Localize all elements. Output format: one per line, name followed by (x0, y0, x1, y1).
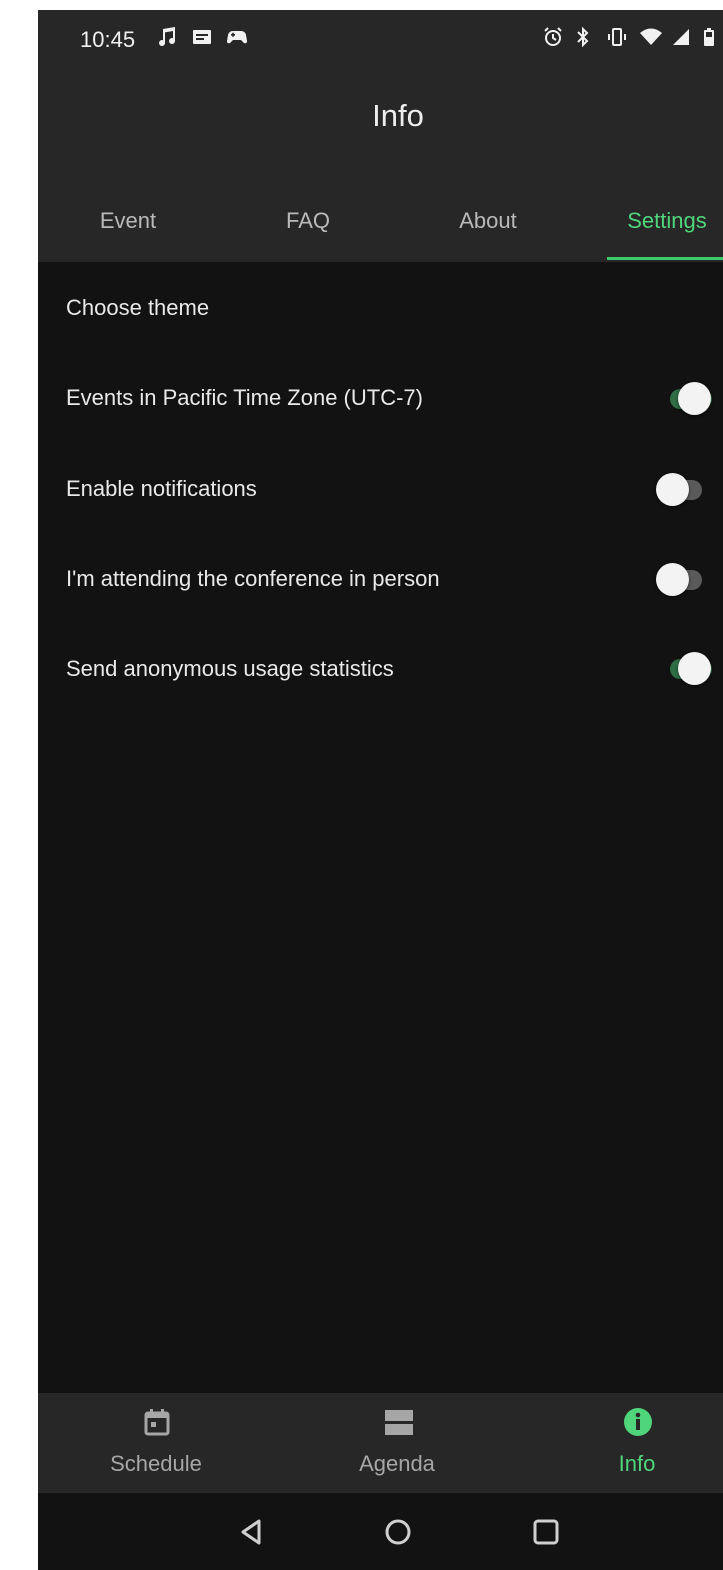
app-bar: Info (38, 70, 723, 180)
notification-icons (158, 26, 247, 48)
choose-theme-option[interactable]: Choose theme (66, 295, 209, 321)
back-icon[interactable] (235, 1515, 269, 1549)
nav-schedule[interactable]: Schedule (56, 1393, 256, 1493)
phone-screen: 10:45 Info Event FAQ About Settings Choo… (38, 10, 723, 1570)
page-title: Info (372, 98, 424, 133)
setting-label-usage-statistics: Send anonymous usage statistics (66, 656, 394, 681)
game-controller-icon (226, 26, 247, 48)
setting-label-pacific-timezone: Events in Pacific Time Zone (UTC-7) (66, 385, 423, 410)
nav-info[interactable]: Info (537, 1393, 723, 1493)
setting-label-notifications: Enable notifications (66, 476, 257, 501)
setting-label-attending-in-person: I'm attending the conference in person (66, 566, 440, 591)
tab-event[interactable]: Event (68, 180, 188, 262)
pacific-timezone-toggle[interactable] (666, 380, 712, 416)
toggle-thumb (656, 473, 689, 506)
cell-signal-icon (671, 26, 691, 48)
bottom-navigation: Schedule Agenda Info (38, 1393, 723, 1493)
nav-label-schedule: Schedule (110, 1451, 202, 1476)
alarm-icon (543, 26, 563, 48)
agenda-icon (383, 1407, 417, 1437)
tab-about[interactable]: About (428, 180, 548, 262)
tab-active-indicator (607, 257, 723, 260)
tab-settings[interactable]: Settings (607, 180, 723, 262)
nav-label-info: Info (618, 1451, 656, 1476)
tab-bar: Event FAQ About Settings (38, 180, 723, 262)
status-time: 10:45 (80, 27, 136, 52)
toggle-thumb (656, 563, 689, 596)
attending-in-person-toggle[interactable] (656, 561, 702, 597)
system-status-icons (543, 26, 715, 48)
usage-statistics-toggle[interactable] (666, 650, 712, 686)
toggle-thumb (678, 652, 711, 685)
tab-faq[interactable]: FAQ (248, 180, 368, 262)
recents-icon[interactable] (529, 1515, 563, 1549)
home-icon[interactable] (381, 1515, 415, 1549)
wifi-icon (639, 26, 662, 48)
status-bar: 10:45 (38, 10, 723, 70)
music-note-icon (158, 26, 178, 48)
calendar-icon (142, 1407, 172, 1437)
nav-agenda[interactable]: Agenda (297, 1393, 497, 1493)
vibrate-icon (607, 26, 627, 48)
notifications-toggle[interactable] (656, 471, 702, 507)
battery-icon (703, 26, 715, 48)
nav-label-agenda: Agenda (359, 1451, 435, 1476)
message-icon (192, 26, 212, 48)
toggle-thumb (678, 382, 711, 415)
info-icon (623, 1407, 653, 1437)
system-navigation-bar (38, 1493, 723, 1570)
bluetooth-icon (575, 26, 595, 48)
